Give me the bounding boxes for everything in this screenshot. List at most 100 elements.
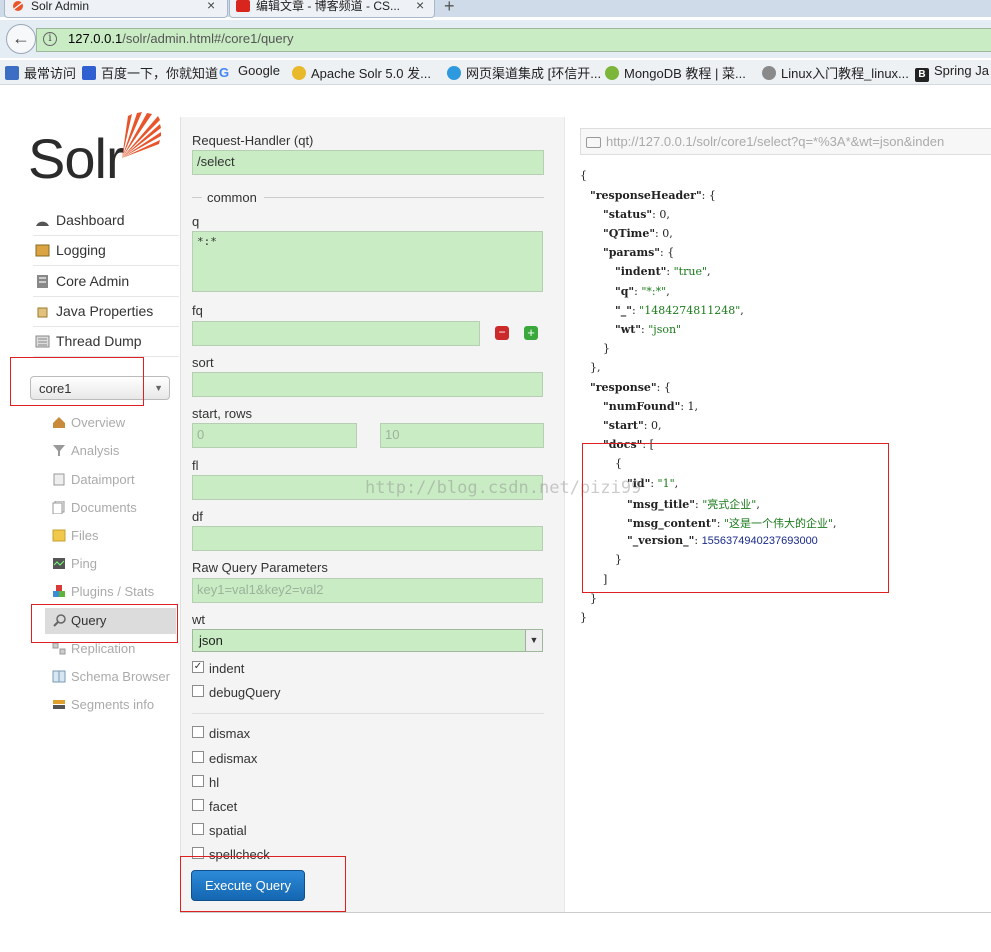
annotation-box-docs — [582, 443, 889, 593]
divider — [264, 197, 544, 198]
url-text: 127.0.0.1/solr/admin.html#/core1/query — [68, 31, 294, 46]
bookmark-item[interactable]: G Google — [219, 63, 280, 80]
nav-logging[interactable]: Logging — [33, 236, 179, 266]
hl-label: hl — [209, 775, 220, 790]
java-cup-icon — [35, 305, 50, 318]
wt-label: wt — [192, 612, 205, 627]
wt-select[interactable]: json ▼ — [192, 629, 543, 652]
core-item-overview[interactable]: Overview — [50, 410, 178, 436]
divider — [192, 713, 544, 714]
annotation-box-execute — [180, 856, 346, 912]
core-item-files[interactable]: Files — [50, 523, 178, 549]
facet-checkbox[interactable] — [192, 799, 204, 811]
core-item-schema-browser[interactable]: Schema Browser — [50, 664, 178, 690]
core-item-dataimport[interactable]: Dataimport — [50, 467, 178, 493]
request-handler-input[interactable]: /select — [192, 150, 544, 175]
house-icon — [52, 416, 66, 429]
fl-label: fl — [192, 458, 199, 473]
b-icon: B — [915, 68, 929, 82]
ping-icon — [52, 557, 66, 570]
solr-logo-text: Solr — [28, 127, 125, 190]
folder-icon — [52, 529, 66, 542]
logging-icon — [35, 244, 50, 257]
core-item-analysis[interactable]: Analysis — [50, 438, 178, 464]
json-param-q: "*:*" — [641, 285, 667, 298]
spatial-checkbox[interactable] — [192, 823, 204, 835]
globe-icon — [762, 66, 776, 80]
dataimport-icon — [52, 473, 66, 486]
edismax-checkbox[interactable] — [192, 751, 204, 763]
bookmark-item[interactable]: MongoDB 教程 | 菜... — [605, 63, 746, 82]
start-rows-label: start, rows — [192, 406, 252, 421]
start-input[interactable]: 0 — [192, 423, 357, 448]
result-divider — [564, 117, 565, 912]
bookmark-item[interactable]: B Spring Ja — [915, 63, 989, 82]
thread-dump-icon — [35, 335, 50, 348]
q-textarea[interactable]: *:* — [192, 231, 543, 292]
rows-input[interactable]: 10 — [380, 423, 544, 448]
debugquery-label: debugQuery — [209, 685, 281, 700]
site-info-icon[interactable]: i — [43, 32, 57, 46]
link-icon — [586, 137, 601, 148]
tab-close-icon[interactable]: × — [207, 0, 215, 12]
json-numfound: 1 — [687, 400, 695, 413]
funnel-icon — [52, 444, 66, 457]
core-item-documents[interactable]: Documents — [50, 495, 178, 521]
json-param-indent: "true" — [673, 265, 708, 278]
divider — [180, 912, 991, 913]
book-icon — [52, 670, 66, 683]
tab-label: Solr Admin — [31, 0, 90, 13]
bookmark-item[interactable]: Linux入门教程_linux... — [762, 63, 909, 82]
baidu-paw-icon — [82, 66, 96, 80]
documents-icon — [52, 500, 66, 515]
result-url-link[interactable]: http://127.0.0.1/solr/core1/select?q=*%3… — [580, 128, 991, 155]
tab-close-icon[interactable]: × — [416, 0, 424, 12]
core-item-plugins-stats[interactable]: Plugins / Stats — [50, 579, 178, 605]
chevron-down-icon: ▼ — [525, 630, 542, 651]
tab-solr-admin[interactable]: Solr Admin × — [4, 0, 228, 18]
nav-dashboard[interactable]: Dashboard — [33, 206, 179, 236]
sort-input[interactable] — [192, 372, 543, 397]
indent-checkbox[interactable]: ✓ — [192, 661, 204, 673]
nav-java-properties[interactable]: Java Properties — [33, 297, 179, 327]
back-button[interactable]: ← — [6, 24, 36, 54]
hl-checkbox[interactable] — [192, 775, 204, 787]
penguin-icon — [292, 66, 306, 80]
bookmark-icon — [5, 66, 19, 80]
csdn-favicon-icon — [236, 0, 250, 12]
bookmark-item[interactable]: 最常访问 — [5, 63, 76, 82]
raw-params-input[interactable]: key1=val1&key2=val2 — [192, 578, 543, 603]
bookmark-item[interactable]: 百度一下，你就知道 — [82, 63, 218, 82]
json-start: 0 — [650, 419, 658, 432]
solr-sun-icon — [112, 112, 162, 165]
replication-icon — [52, 642, 66, 655]
google-icon: G — [219, 65, 230, 80]
sort-label: sort — [192, 355, 214, 370]
add-fq-button[interactable]: + — [524, 326, 538, 340]
debugquery-checkbox[interactable] — [192, 685, 204, 697]
tab-csdn-edit[interactable]: 编辑文章 - 博客频道 - CS... × — [229, 0, 435, 18]
chevron-down-icon: ▼ — [154, 383, 163, 393]
json-status: 0 — [659, 208, 667, 221]
core-item-segments-info[interactable]: Segments info — [50, 692, 178, 718]
fq-input[interactable] — [192, 321, 480, 346]
bookmark-item[interactable]: Apache Solr 5.0 发... — [292, 63, 431, 82]
new-tab-button[interactable]: + — [444, 0, 455, 17]
raw-params-label: Raw Query Parameters — [192, 560, 328, 575]
request-handler-label: Request-Handler (qt) — [192, 133, 314, 148]
df-input[interactable] — [192, 526, 543, 551]
nav-core-admin[interactable]: Core Admin — [33, 267, 179, 297]
json-param-wt: "json" — [648, 323, 682, 336]
nav-thread-dump[interactable]: Thread Dump — [33, 327, 179, 357]
core-item-ping[interactable]: Ping — [50, 551, 178, 577]
df-label: df — [192, 509, 203, 524]
remove-fq-button[interactable]: − — [495, 326, 509, 340]
facet-label: facet — [209, 799, 238, 814]
solr-favicon-icon — [11, 0, 25, 12]
plugins-icon — [52, 585, 66, 598]
indent-label: indent — [209, 661, 245, 676]
bookmark-item[interactable]: 网页渠道集成 [环信开... — [447, 63, 601, 82]
tab-label: 编辑文章 - 博客频道 - CS... — [256, 0, 401, 13]
json-qtime: 0 — [662, 227, 670, 240]
dismax-checkbox[interactable] — [192, 726, 204, 738]
